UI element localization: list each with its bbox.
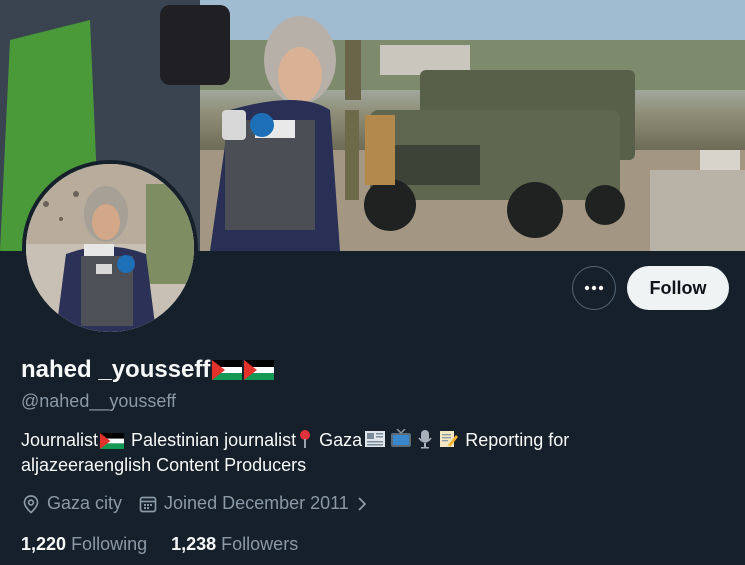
joined-text: Joined December 2011: [164, 493, 349, 513]
red-pin-icon: [300, 430, 311, 448]
bio-text: Journalist: [21, 430, 99, 450]
profile-meta: Gaza city Joined December 2011: [21, 493, 385, 514]
follow-button[interactable]: Follow: [627, 266, 729, 310]
display-name: nahed _yousseff: [21, 356, 275, 384]
memo-icon: [440, 431, 459, 447]
palestine-flag-icon: [244, 360, 275, 380]
display-name-text: nahed _yousseff: [21, 356, 211, 383]
bio-text: Gaza: [314, 430, 363, 450]
avatar-photo: [26, 164, 194, 332]
followers-link[interactable]: 1,238 Followers: [171, 534, 298, 555]
microphone-icon: [418, 430, 432, 449]
follow-stats: 1,220 Following 1,238 Followers: [21, 534, 298, 555]
joined-item[interactable]: Joined December 2011: [138, 493, 369, 514]
bio-text: Palestinian journalist: [126, 430, 297, 450]
palestine-flag-icon: [212, 360, 243, 380]
profile-avatar[interactable]: [22, 160, 198, 336]
followers-label: Followers: [221, 534, 299, 554]
following-label: Following: [71, 534, 148, 554]
chevron-right-icon: [358, 496, 367, 511]
following-link[interactable]: 1,220 Following: [21, 534, 147, 555]
newspaper-icon: [365, 431, 386, 447]
more-options-button[interactable]: [572, 266, 616, 310]
palestine-flag-icon: [100, 433, 125, 449]
location-item: Gaza city: [21, 493, 122, 514]
profile-bio: Journalist Palestinian journalist Gaza R…: [21, 428, 661, 478]
television-icon: [391, 429, 412, 447]
user-handle: @nahed__yousseff: [21, 391, 177, 411]
calendar-icon: [139, 496, 157, 512]
location-pin-icon: [23, 494, 39, 514]
following-count: 1,220: [21, 534, 67, 554]
location-text: Gaza city: [47, 493, 123, 513]
followers-count: 1,238: [171, 534, 217, 554]
more-dots-icon: [584, 285, 604, 291]
